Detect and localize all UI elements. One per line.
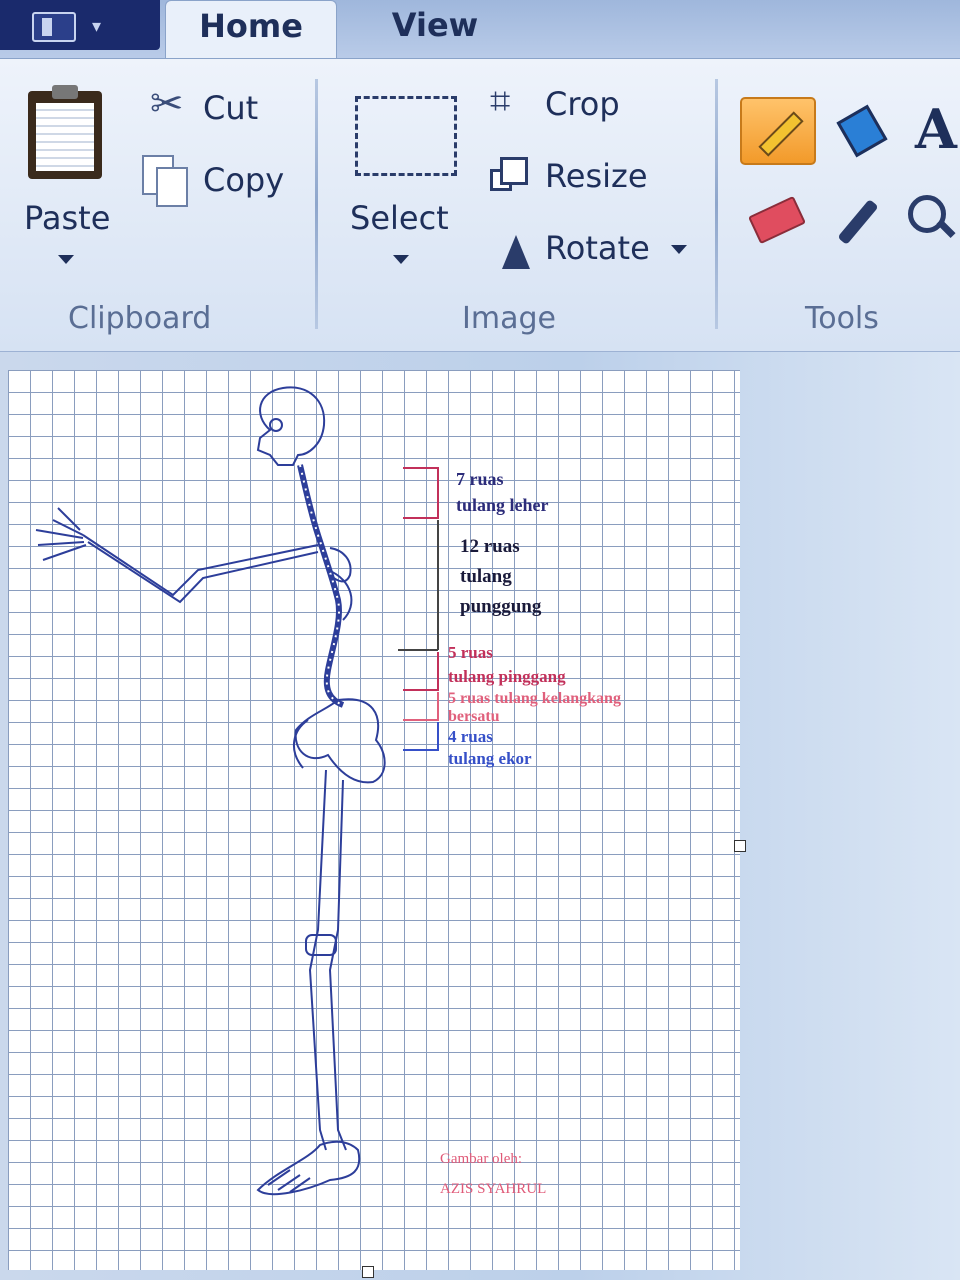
spine xyxy=(297,464,345,708)
skull xyxy=(256,386,326,466)
hand xyxy=(35,507,87,561)
clipboard-icon xyxy=(28,85,102,179)
bracket-waist xyxy=(403,652,439,691)
crop-label: Crop xyxy=(545,85,620,123)
eye-socket xyxy=(269,418,283,432)
bracket-tail xyxy=(403,722,439,751)
waist-name-label: tulang pinggang xyxy=(448,667,566,686)
select-label: Select xyxy=(350,199,449,237)
femur-front xyxy=(308,769,327,1151)
back-count-label: 12 ruas xyxy=(460,536,520,557)
canvas-resize-handle-right[interactable] xyxy=(734,840,746,852)
eraser-icon[interactable] xyxy=(740,189,812,253)
paste-label: Paste xyxy=(24,199,111,237)
skeleton-drawing xyxy=(35,386,439,1196)
paste-dropdown-icon[interactable] xyxy=(58,255,74,264)
resize-button[interactable]: Resize xyxy=(485,153,665,205)
resize-label: Resize xyxy=(545,157,648,195)
bracket-pelvis xyxy=(403,692,439,721)
select-button[interactable] xyxy=(345,84,457,304)
color-picker-icon[interactable] xyxy=(822,189,894,253)
rotate-dropdown-icon[interactable] xyxy=(671,245,687,254)
chevron-down-icon: ▾ xyxy=(92,16,102,37)
foot xyxy=(256,1140,361,1196)
drawing-canvas[interactable]: 7 ruas tulang leher 12 ruas tulang pungg… xyxy=(8,370,740,1270)
tail-name-label: tulang ekor xyxy=(448,749,532,768)
paint-menu-button[interactable]: ▾ xyxy=(0,0,160,50)
credit-author-label: AZIS SYAHRUL xyxy=(440,1181,547,1197)
copy-label: Copy xyxy=(203,161,285,199)
cut-button[interactable]: ✂ Cut xyxy=(145,81,305,137)
arm-lower xyxy=(87,541,319,604)
select-rectangle-icon xyxy=(355,96,457,176)
neck-count-label: 7 ruas xyxy=(456,469,504,489)
clipboard-group-label: Clipboard xyxy=(68,301,212,336)
bracket-neck xyxy=(403,467,439,519)
tail-count-label: 4 ruas xyxy=(448,727,493,746)
ribbon: Paste ✂ Cut Copy Clipboard Select ⌗ Crop xyxy=(0,58,960,353)
crop-icon: ⌗ xyxy=(490,81,511,122)
rotate-button[interactable]: Rotate xyxy=(485,225,695,277)
group-divider xyxy=(715,79,718,329)
cut-label: Cut xyxy=(203,89,259,127)
rotate-label: Rotate xyxy=(545,229,650,267)
rotate-icon xyxy=(488,227,532,269)
ribbon-tab-bar: ▾ Home View xyxy=(0,0,960,59)
back-name-label-2: punggung xyxy=(460,596,542,617)
group-divider xyxy=(315,79,318,329)
tab-view[interactable]: View xyxy=(345,0,525,58)
pelvis xyxy=(294,698,386,784)
copy-button[interactable]: Copy xyxy=(140,151,310,211)
image-group-label: Image xyxy=(462,301,556,336)
text-tool-icon[interactable]: A xyxy=(900,97,960,161)
copy-icon xyxy=(142,155,188,207)
waist-count-label: 5 ruas xyxy=(448,643,493,662)
back-name-label: tulang xyxy=(460,566,512,587)
paint-menu-icon xyxy=(32,12,76,42)
select-dropdown-icon[interactable] xyxy=(393,255,409,264)
pencil-icon[interactable] xyxy=(740,97,816,165)
bracket-back xyxy=(398,520,439,651)
femur-back xyxy=(328,779,347,1151)
resize-icon xyxy=(490,157,528,191)
credit-label: Gambar oleh: xyxy=(440,1151,523,1167)
scissors-icon: ✂ xyxy=(150,81,184,127)
pelvis-label-2: bersatu xyxy=(448,708,500,725)
knee xyxy=(305,934,337,956)
magnifier-icon[interactable] xyxy=(900,189,960,253)
neck-name-label: tulang leher xyxy=(456,495,549,515)
tab-home[interactable]: Home xyxy=(165,0,337,59)
fill-bucket-icon[interactable] xyxy=(822,97,894,161)
tools-group-label: Tools xyxy=(805,301,879,336)
crop-button[interactable]: ⌗ Crop xyxy=(485,81,645,133)
canvas-resize-handle-bottom[interactable] xyxy=(362,1266,374,1278)
arm-upper xyxy=(82,534,319,597)
